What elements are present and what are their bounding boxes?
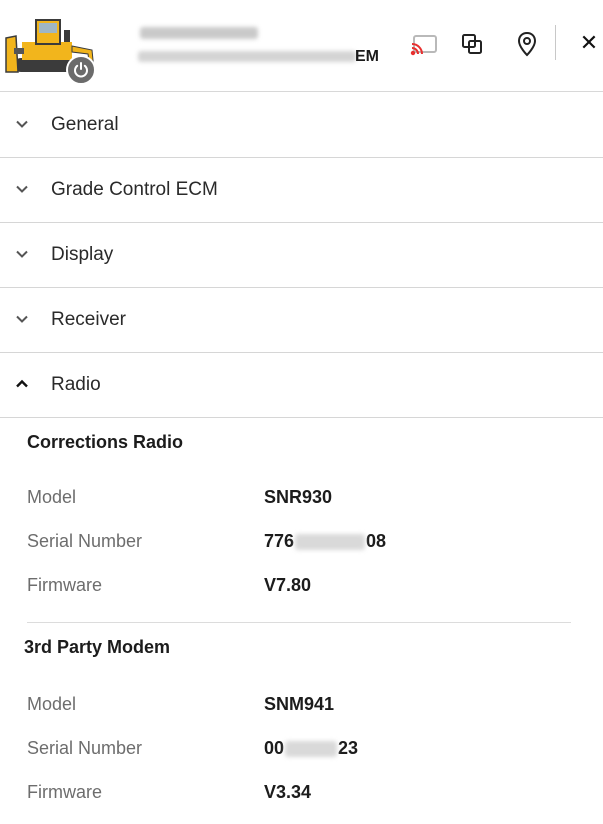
- chevron-up-icon: [16, 379, 28, 388]
- location-pin-icon[interactable]: [513, 30, 541, 58]
- serial-suffix: 23: [338, 738, 359, 758]
- corrections-serial-label: Serial Number: [27, 531, 143, 551]
- corrections-model-value: SNR930: [264, 487, 333, 507]
- modem-firmware-value: V3.34: [264, 782, 312, 802]
- modem-title: 3rd Party Modem: [24, 637, 171, 657]
- section-label: General: [51, 113, 119, 135]
- chevron-down-icon: [16, 185, 28, 193]
- corrections-model-label: Model: [27, 487, 77, 507]
- corrections-firmware-value: V7.80: [264, 575, 312, 595]
- header-divider: [555, 25, 556, 60]
- section-general[interactable]: General: [0, 92, 603, 158]
- power-icon[interactable]: [66, 55, 96, 85]
- chevron-down-icon: [16, 250, 28, 258]
- machine-name-redacted: [140, 27, 258, 39]
- machine-id-redacted: [138, 51, 356, 62]
- chevron-down-icon: [16, 315, 28, 323]
- machine-id-suffix: EM: [355, 48, 379, 65]
- group-divider: [27, 622, 571, 623]
- modem-firmware-label: Firmware: [27, 782, 102, 802]
- section-label: Receiver: [51, 308, 126, 330]
- corrections-firmware-label: Firmware: [27, 575, 102, 595]
- section-label: Radio: [51, 373, 101, 395]
- remote-connection-icon[interactable]: [410, 30, 438, 58]
- close-icon[interactable]: ✕: [575, 29, 603, 57]
- modem-model-label: Model: [27, 694, 77, 714]
- serial-suffix: 08: [366, 531, 387, 551]
- section-display[interactable]: Display: [0, 222, 603, 288]
- section-receiver[interactable]: Receiver: [0, 287, 603, 353]
- chevron-down-icon: [16, 120, 28, 128]
- modem-model-value: SNM941: [264, 694, 335, 714]
- corrections-radio-title: Corrections Radio: [27, 432, 184, 452]
- serial-redacted: [285, 741, 338, 758]
- device-header: EM ✕: [0, 0, 603, 92]
- section-grade-control-ecm[interactable]: Grade Control ECM: [0, 157, 603, 223]
- corrections-serial-value: 776 08: [264, 531, 386, 552]
- serial-redacted: [295, 534, 366, 551]
- section-label: Grade Control ECM: [51, 178, 218, 200]
- section-label: Display: [51, 243, 114, 265]
- copy-icon[interactable]: [458, 30, 486, 58]
- modem-serial-label: Serial Number: [27, 738, 143, 758]
- serial-prefix: 776: [264, 531, 295, 551]
- serial-prefix: 00: [264, 738, 285, 758]
- modem-serial-value: 00 23: [264, 738, 358, 759]
- section-radio[interactable]: Radio: [0, 352, 603, 418]
